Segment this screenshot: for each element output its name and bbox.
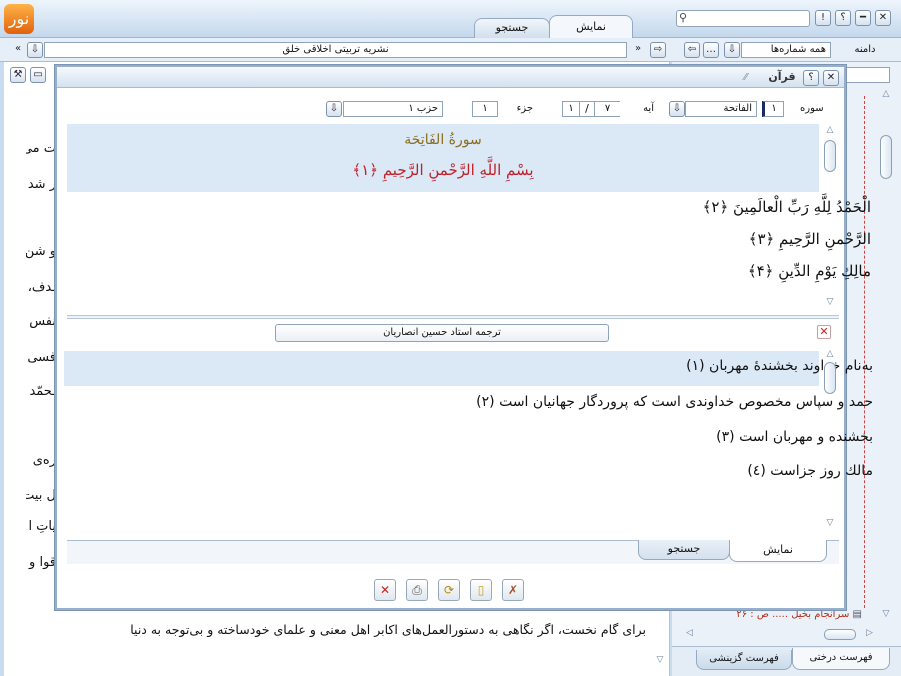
publication-field[interactable]: نشریه تربیتی اخلاقی خلق <box>44 42 627 58</box>
minimize-button[interactable]: ━ <box>855 10 871 26</box>
juz-field[interactable]: ۱ <box>472 101 498 117</box>
dialog-close-button[interactable]: ✕ <box>823 70 839 86</box>
surah-select[interactable]: الفاتحة <box>685 101 757 117</box>
tab-display-top[interactable]: نمایش <box>549 15 633 38</box>
bg-fragment: ره‌ی <box>32 453 56 468</box>
dialog-title-bar <box>57 67 844 88</box>
search-icon: ⚲ <box>679 11 688 24</box>
pane-divider[interactable] <box>67 315 839 319</box>
dialog-title-grip: ⁄⁄ <box>744 72 748 83</box>
bg-fragment: ر شد <box>27 177 56 192</box>
go-arrow-button[interactable]: ⇨ <box>650 42 666 58</box>
translation-scroll-down[interactable]: ▽ <box>823 518 837 528</box>
dialog-title: قرآن <box>768 70 796 83</box>
print-icon[interactable]: ⎙ <box>406 579 428 601</box>
alert-button[interactable]: ! <box>815 10 831 26</box>
translation-1[interactable]: به‌نام خداوند بخشندهٔ مهربان (۱) <box>686 358 873 374</box>
surah-heading: سورةُ الفَاتِحَة <box>404 132 482 148</box>
hizb-select[interactable]: حزب ۱ <box>343 101 443 117</box>
tree-divider-line <box>864 96 865 608</box>
document-scroll-down[interactable]: ▽ <box>653 655 667 665</box>
surah-label: سوره <box>800 103 824 114</box>
tab-tree-index[interactable]: فهرست درختی <box>792 648 890 670</box>
domain-label: دامنه <box>854 44 876 55</box>
verse-3[interactable]: الرَّحْمنِ الرَّحِیمِ ﴿۳﴾ <box>749 230 871 248</box>
nav-forward-button[interactable]: » <box>630 42 646 58</box>
right-panel-input[interactable] <box>846 67 890 83</box>
bg-fragment: و شن <box>26 244 56 259</box>
right-scroll-down[interactable]: ▽ <box>879 609 893 619</box>
bg-fragment: ت می <box>26 141 56 156</box>
delete-icon[interactable]: ✕ <box>374 579 396 601</box>
ayah-label: آیه <box>643 103 654 114</box>
translation-3[interactable]: بخشنده و مهربان است (۳) <box>716 429 873 445</box>
surah-number-field[interactable]: ۱ <box>762 101 784 117</box>
tools-icon[interactable]: ⚒ <box>10 67 26 83</box>
dialog-tab-search[interactable]: جستجو <box>638 540 730 560</box>
view-icon[interactable]: ▭ <box>30 67 46 83</box>
tab-selective-index[interactable]: فهرست گزینشی <box>696 650 792 670</box>
translation-2[interactable]: حمد و سپاس مخصوص خداوندی است که پروردگار… <box>476 394 873 410</box>
bg-fragment: ـحمّد <box>29 384 56 399</box>
remove-bookmark-icon[interactable]: ✗ <box>502 579 524 601</box>
ayah-separator: / <box>580 101 594 117</box>
document-icon: ▤ <box>852 609 862 620</box>
help-button[interactable]: ؟ <box>835 10 851 26</box>
ayah-total-field: ۷ <box>594 101 620 117</box>
close-translation-icon[interactable]: ✕ <box>817 325 831 339</box>
nav-back-button[interactable]: « <box>10 42 26 58</box>
h-scroll-right[interactable]: ▷ <box>866 628 873 638</box>
go-back-arrow-button[interactable]: ⇦ <box>684 42 700 58</box>
domain-dropdown-arrow[interactable]: ⇩ <box>724 42 740 58</box>
bg-fragment: یاتِ ا <box>28 519 56 534</box>
arabic-scroll-up[interactable]: △ <box>823 125 837 135</box>
surah-dropdown-arrow[interactable]: ⇩ <box>669 101 685 117</box>
translation-scroll-thumb[interactable] <box>824 362 836 394</box>
verse-basmala[interactable]: بِسْمِ اللَّهِ الرَّحْمنِ الرَّحِیمِ ﴿۱﴾ <box>67 161 819 179</box>
translation-4[interactable]: مالك روز جزاست (٤) <box>747 463 873 479</box>
h-scroll-left[interactable]: ◁ <box>686 628 693 638</box>
bg-fragment: نفس <box>29 314 56 329</box>
domain-select[interactable]: همه شماره‌ها <box>741 42 831 58</box>
bg-fragment: ل بیت <box>26 488 56 503</box>
verse-2[interactable]: الْحَمْدُ لِلَّهِ رَبِّ الْعالَمِینَ ﴿۲﴾ <box>703 198 871 216</box>
bg-fragment: فسی <box>27 350 56 365</box>
bg-fragment: قوا و <box>29 555 56 570</box>
hizb-dropdown-arrow[interactable]: ⇩ <box>326 101 342 117</box>
arabic-scroll-down[interactable]: ▽ <box>823 297 837 307</box>
close-window-button[interactable]: ✕ <box>875 10 891 26</box>
tree-item-label: سرانجام بخیل ..... ص : ۲۶ <box>736 609 850 620</box>
translator-field[interactable]: ترجمه استاد حسین انصاریان <box>275 324 609 342</box>
note-icon[interactable]: ▯ <box>470 579 492 601</box>
ayah-field[interactable]: ۱ <box>562 101 580 117</box>
more-button[interactable]: … <box>703 42 719 58</box>
tree-item[interactable]: ▤ سرانجام بخیل ..... ص : ۲۶ <box>686 609 862 620</box>
translation-scroll-up[interactable]: △ <box>823 349 837 359</box>
h-scroll-thumb[interactable] <box>824 629 856 640</box>
right-scroll-thumb[interactable] <box>880 135 892 179</box>
refresh-icon[interactable]: ⟳ <box>438 579 460 601</box>
document-line: برای گام نخست، اگر نگاهی به دستورالعمل‌ه… <box>130 622 646 637</box>
search-input[interactable]: ⚲ <box>676 10 810 27</box>
dialog-tab-display[interactable]: نمایش <box>729 540 827 562</box>
arabic-scroll-thumb[interactable] <box>824 140 836 172</box>
verse-4[interactable]: مالِكِ یَوْمِ الدِّینِ ﴿۴﴾ <box>748 262 871 280</box>
horizontal-scrollbar[interactable]: ◁ ▷ <box>686 628 876 641</box>
tab-search-top[interactable]: جستجو <box>474 18 550 38</box>
right-scroll-up[interactable]: △ <box>879 89 893 99</box>
dialog-help-button[interactable]: ؟ <box>803 70 819 86</box>
app-logo: نور <box>4 4 34 34</box>
juz-label: جزء <box>516 103 533 114</box>
bg-fragment: ـدف، <box>27 280 56 295</box>
nav-down-button[interactable]: ⇩ <box>27 42 43 58</box>
